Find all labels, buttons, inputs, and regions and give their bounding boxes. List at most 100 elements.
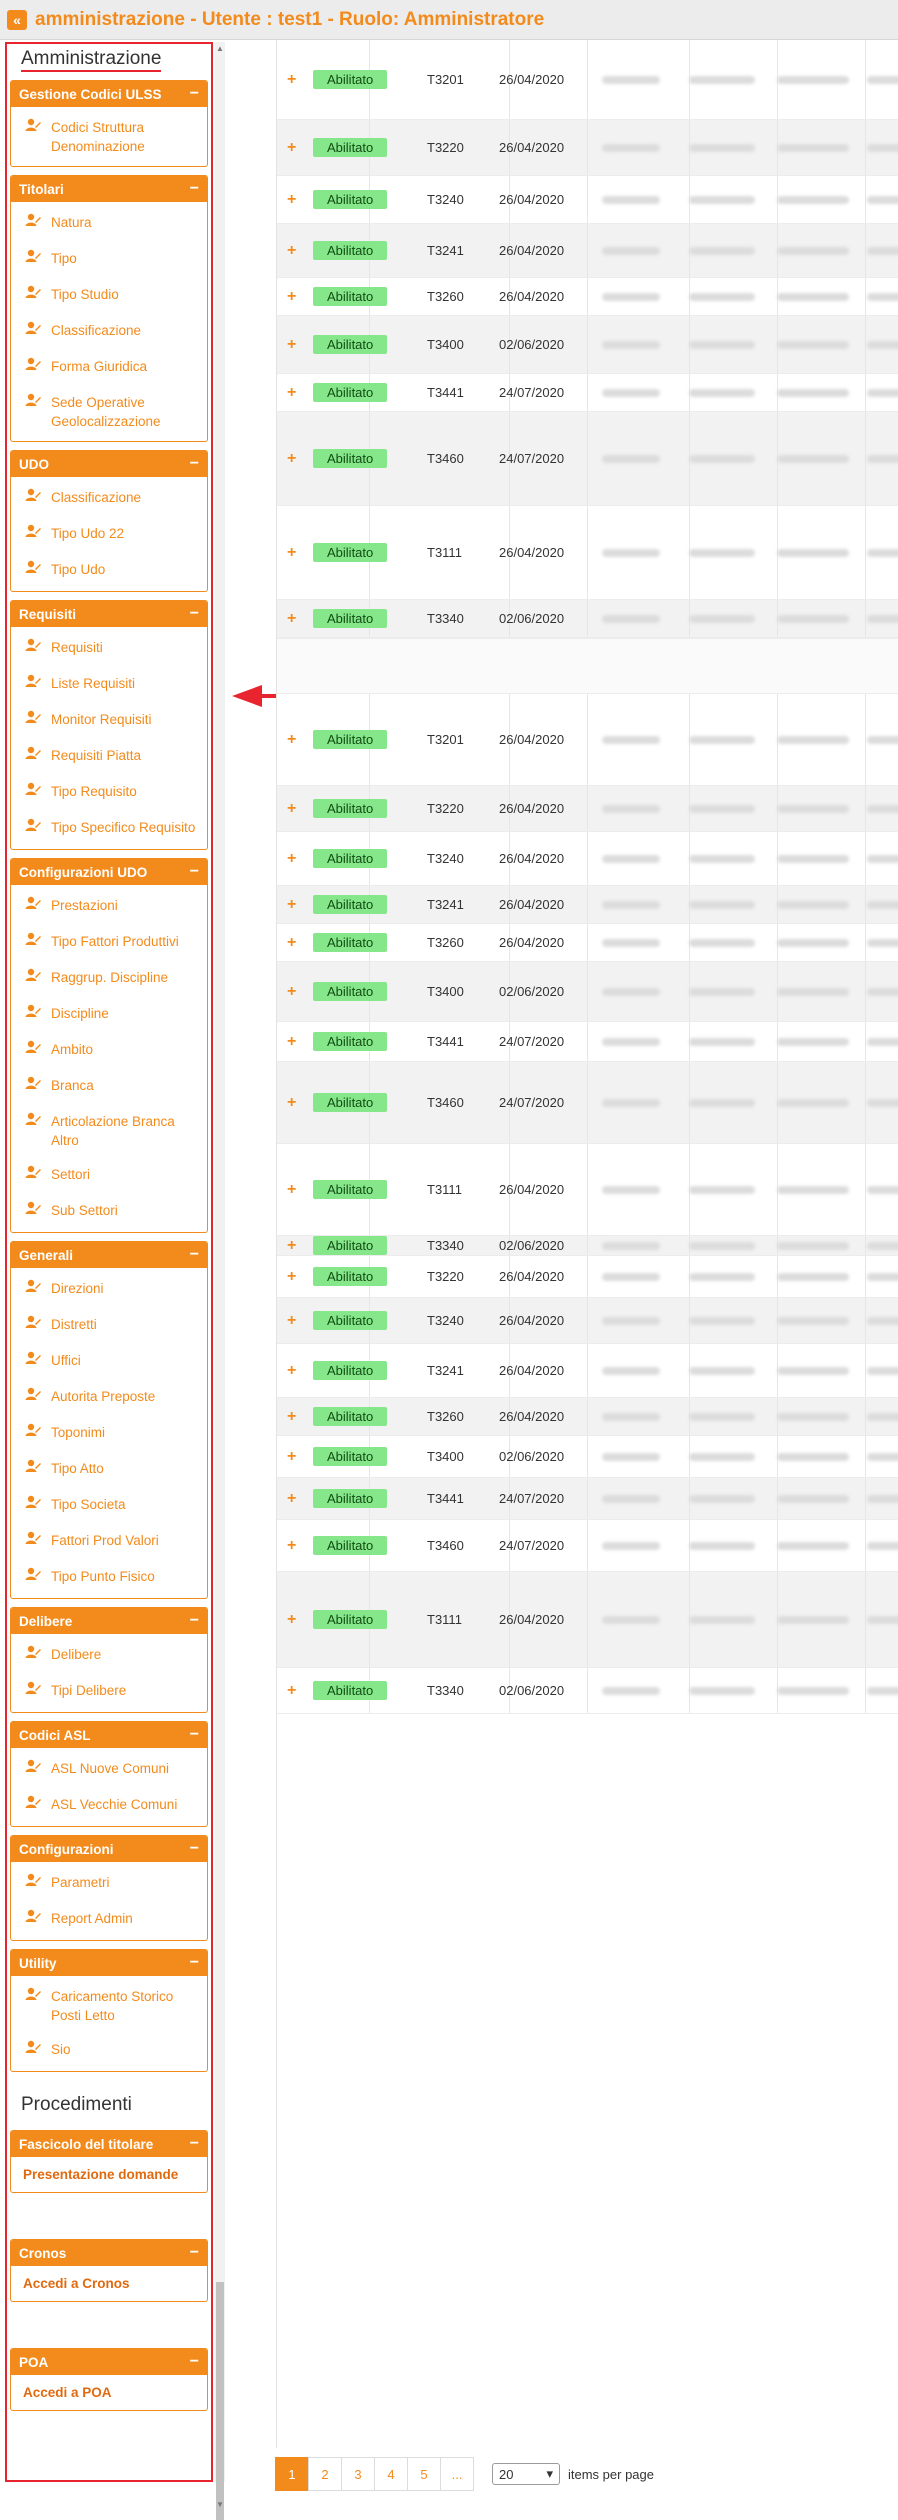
menu-item[interactable]: Uffici <box>11 1344 207 1380</box>
expand-row-icon[interactable]: + <box>287 1344 301 1397</box>
expand-row-icon[interactable]: + <box>287 886 301 923</box>
menu-item[interactable]: Tipi Delibere <box>11 1674 207 1710</box>
expand-row-icon[interactable]: + <box>287 1668 301 1713</box>
menu-item[interactable]: Autorita Preposte <box>11 1380 207 1416</box>
expand-row-icon[interactable]: + <box>287 924 301 961</box>
menu-group-header[interactable]: Delibere − <box>11 1608 207 1634</box>
scroll-up-icon[interactable]: ▲ <box>215 44 225 53</box>
expand-row-icon[interactable]: + <box>287 694 301 785</box>
menu-item[interactable]: Tipo Societa <box>11 1488 207 1524</box>
expand-row-icon[interactable]: + <box>287 40 301 119</box>
scrollbar-thumb[interactable] <box>216 2282 224 2520</box>
menu-item[interactable]: Tipo Atto <box>11 1452 207 1488</box>
collapse-icon[interactable]: − <box>190 1246 199 1264</box>
expand-row-icon[interactable]: + <box>287 316 301 373</box>
double-chevron-left-icon[interactable]: « <box>7 9 27 30</box>
menu-item[interactable]: Tipo Udo 22 <box>11 517 207 553</box>
menu-item[interactable]: Sio <box>11 2033 207 2069</box>
menu-group-header[interactable]: Fascicolo del titolare − <box>11 2131 207 2157</box>
menu-group-header[interactable]: UDO − <box>11 451 207 477</box>
menu-item[interactable]: Tipo Requisito <box>11 775 207 811</box>
expand-row-icon[interactable]: + <box>287 1062 301 1143</box>
expand-row-icon[interactable]: + <box>287 832 301 885</box>
menu-group-header[interactable]: Utility − <box>11 1950 207 1976</box>
expand-row-icon[interactable]: + <box>287 1256 301 1297</box>
menu-item[interactable]: Requisiti <box>11 631 207 667</box>
expand-row-icon[interactable]: + <box>287 374 301 411</box>
expand-row-icon[interactable]: + <box>287 786 301 831</box>
collapse-icon[interactable]: − <box>190 2135 199 2153</box>
expand-row-icon[interactable]: + <box>287 1478 301 1519</box>
menu-link[interactable]: Accedi a Cronos <box>11 2266 207 2301</box>
expand-row-icon[interactable]: + <box>287 412 301 505</box>
menu-item[interactable]: Tipo Udo <box>11 553 207 589</box>
expand-row-icon[interactable]: + <box>287 962 301 1021</box>
expand-row-icon[interactable]: + <box>287 1144 301 1235</box>
menu-group-header[interactable]: Gestione Codici ULSS − <box>11 81 207 107</box>
menu-item[interactable]: Parametri <box>11 1866 207 1902</box>
menu-group-header[interactable]: Generali − <box>11 1242 207 1268</box>
menu-item[interactable]: Forma Giuridica <box>11 350 207 386</box>
menu-link[interactable]: Accedi a POA <box>11 2375 207 2410</box>
page-button[interactable]: 5 <box>407 2457 441 2491</box>
collapse-icon[interactable]: − <box>190 863 199 881</box>
collapse-icon[interactable]: − <box>190 605 199 623</box>
expand-row-icon[interactable]: + <box>287 1398 301 1435</box>
collapse-icon[interactable]: − <box>190 180 199 198</box>
menu-item[interactable]: Tipo Specifico Requisito <box>11 811 207 847</box>
expand-row-icon[interactable]: + <box>287 1236 301 1255</box>
menu-item[interactable]: Sub Settori <box>11 1194 207 1230</box>
menu-item[interactable]: Branca <box>11 1069 207 1105</box>
menu-group-header[interactable]: Configurazioni − <box>11 1836 207 1862</box>
menu-item[interactable]: Classificazione <box>11 314 207 350</box>
page-button[interactable]: 3 <box>341 2457 375 2491</box>
collapse-icon[interactable]: − <box>190 2353 199 2371</box>
menu-item[interactable]: Liste Requisiti <box>11 667 207 703</box>
menu-item[interactable]: Codici Struttura Denominazione <box>11 111 207 164</box>
menu-item[interactable]: Delibere <box>11 1638 207 1674</box>
collapse-icon[interactable]: − <box>190 455 199 473</box>
menu-item[interactable]: Tipo Fattori Produttivi <box>11 925 207 961</box>
expand-row-icon[interactable]: + <box>287 506 301 599</box>
menu-item[interactable]: Classificazione <box>11 481 207 517</box>
menu-item[interactable]: Articolazione Branca Altro <box>11 1105 207 1158</box>
menu-item[interactable]: Natura <box>11 206 207 242</box>
expand-row-icon[interactable]: + <box>287 278 301 315</box>
collapse-icon[interactable]: − <box>190 85 199 103</box>
menu-item[interactable]: ASL Vecchie Comuni <box>11 1788 207 1824</box>
menu-item[interactable]: Discipline <box>11 997 207 1033</box>
menu-item[interactable]: ASL Nuove Comuni <box>11 1752 207 1788</box>
collapse-icon[interactable]: − <box>190 1840 199 1858</box>
page-button[interactable]: 2 <box>308 2457 342 2491</box>
expand-row-icon[interactable]: + <box>287 1022 301 1061</box>
menu-item[interactable]: Sede Operative Geolocalizzazione <box>11 386 207 439</box>
collapse-icon[interactable]: − <box>190 1612 199 1630</box>
expand-row-icon[interactable]: + <box>287 224 301 277</box>
collapse-icon[interactable]: − <box>190 1726 199 1744</box>
menu-item[interactable]: Settori <box>11 1158 207 1194</box>
menu-item[interactable]: Tipo <box>11 242 207 278</box>
page-button[interactable]: 1 <box>275 2457 309 2491</box>
expand-row-icon[interactable]: + <box>287 176 301 223</box>
expand-row-icon[interactable]: + <box>287 1436 301 1477</box>
menu-item[interactable]: Fattori Prod Valori <box>11 1524 207 1560</box>
menu-item[interactable]: Report Admin <box>11 1902 207 1938</box>
page-size-select[interactable]: 20 ▾ <box>492 2463 560 2485</box>
menu-group-header[interactable]: Codici ASL − <box>11 1722 207 1748</box>
page-button[interactable]: ... <box>440 2457 474 2491</box>
menu-item[interactable]: Toponimi <box>11 1416 207 1452</box>
menu-item[interactable]: Ambito <box>11 1033 207 1069</box>
menu-link[interactable]: Presentazione domande <box>11 2157 207 2192</box>
menu-item[interactable]: Raggrup. Discipline <box>11 961 207 997</box>
menu-item[interactable]: Requisiti Piatta <box>11 739 207 775</box>
menu-item[interactable]: Direzioni <box>11 1272 207 1308</box>
menu-item[interactable]: Distretti <box>11 1308 207 1344</box>
expand-row-icon[interactable]: + <box>287 1572 301 1667</box>
page-button[interactable]: 4 <box>374 2457 408 2491</box>
menu-item[interactable]: Caricamento Storico Posti Letto <box>11 1980 207 2033</box>
menu-item[interactable]: Tipo Punto Fisico <box>11 1560 207 1596</box>
menu-group-header[interactable]: Titolari − <box>11 176 207 202</box>
expand-row-icon[interactable]: + <box>287 1520 301 1571</box>
menu-group-header[interactable]: Requisiti − <box>11 601 207 627</box>
expand-row-icon[interactable]: + <box>287 1298 301 1343</box>
